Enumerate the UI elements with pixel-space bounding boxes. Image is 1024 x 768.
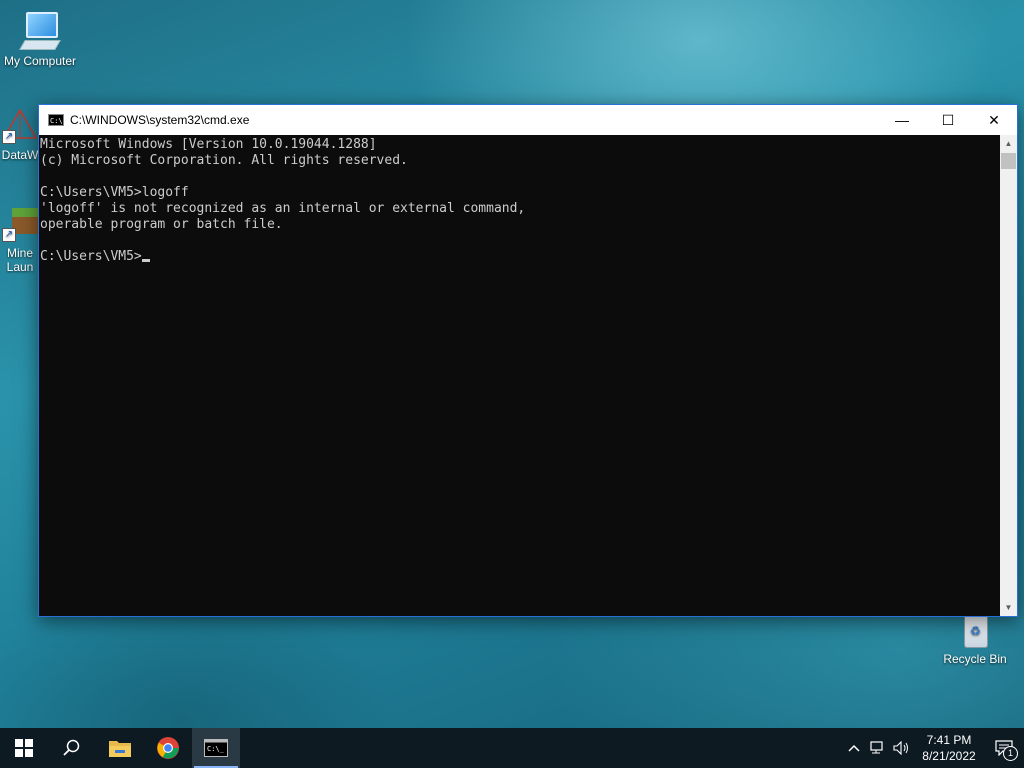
window-titlebar[interactable]: C:\ C:\WINDOWS\system32\cmd.exe — ☐ ✕ [39,105,1017,135]
network-icon[interactable] [866,728,890,768]
cmd-window[interactable]: C:\ C:\WINDOWS\system32\cmd.exe — ☐ ✕ Mi… [38,104,1018,617]
taskbar-cmd[interactable]: C:\_ [192,728,240,768]
recycle-bin-icon: ♻ [958,612,992,648]
console-prompt: C:\Users\VM5> [40,249,142,264]
volume-icon[interactable] [890,728,914,768]
system-tray: 7:41 PM 8/21/2022 1 [842,728,1024,768]
desktop-icon-dataw[interactable]: ↗ DataW [2,108,38,162]
console-line: Microsoft Windows [Version 10.0.19044.12… [40,137,377,152]
cmd-icon: C:\ [48,114,64,126]
desktop-icon-label: Laun [6,260,34,274]
svg-text:C:\_: C:\_ [207,745,225,753]
desktop-icon-recycle-bin[interactable]: ♻ Recycle Bin [940,612,1010,666]
console-line: operable program or batch file. [40,217,283,232]
console-line: 'logoff' is not recognized as an interna… [40,201,526,216]
desktop-icon-minecraft-launcher[interactable]: ↗ Mine Laun [2,206,38,274]
close-button[interactable]: ✕ [971,105,1017,135]
scroll-down-arrow-icon[interactable]: ▼ [1000,599,1017,616]
shortcut-arrow-icon: ↗ [2,228,16,242]
desktop-icon-label: DataW [1,148,39,162]
minimize-button[interactable]: — [879,105,925,135]
start-button[interactable] [0,728,48,768]
folder-icon [109,741,131,757]
chrome-icon [157,737,179,759]
search-icon [63,739,80,756]
minecraft-icon: ↗ [2,206,38,242]
action-center-button[interactable]: 1 [984,728,1024,768]
window-title: C:\WINDOWS\system32\cmd.exe [70,113,250,127]
datawrapper-icon: ↗ [2,108,38,144]
taskbar: C:\_ 7:41 PM 8/21/2022 1 [0,728,1024,768]
taskbar-file-explorer[interactable] [96,728,144,768]
taskbar-chrome[interactable] [144,728,192,768]
desktop-icon-label: My Computer [3,54,77,68]
text-cursor [141,259,150,262]
desktop-icon-label: Mine [6,246,33,260]
vertical-scrollbar[interactable]: ▲ ▼ [1000,135,1017,616]
show-hidden-icons-chevron-icon[interactable] [842,728,866,768]
maximize-button[interactable]: ☐ [925,105,971,135]
shortcut-arrow-icon: ↗ [2,130,16,144]
desktop-icon-my-computer[interactable]: My Computer [2,10,78,68]
clock-time: 7:41 PM [926,733,972,747]
console-line: (c) Microsoft Corporation. All rights re… [40,153,408,168]
windows-logo-icon [15,739,33,757]
scroll-up-arrow-icon[interactable]: ▲ [1000,135,1017,152]
desktop-icon-label: Recycle Bin [943,652,1007,666]
console-text: Microsoft Windows [Version 10.0.19044.12… [39,135,999,265]
computer-icon [19,10,61,50]
search-button[interactable] [48,728,96,768]
cmd-icon: C:\_ [204,739,228,757]
clock-date: 8/21/2022 [922,749,976,763]
console-line: C:\Users\VM5>logoff [40,185,189,200]
taskbar-clock[interactable]: 7:41 PM 8/21/2022 [914,732,984,764]
notification-badge: 1 [1003,746,1018,761]
console-output[interactable]: Microsoft Windows [Version 10.0.19044.12… [39,135,999,616]
scrollbar-thumb[interactable] [1001,153,1016,169]
